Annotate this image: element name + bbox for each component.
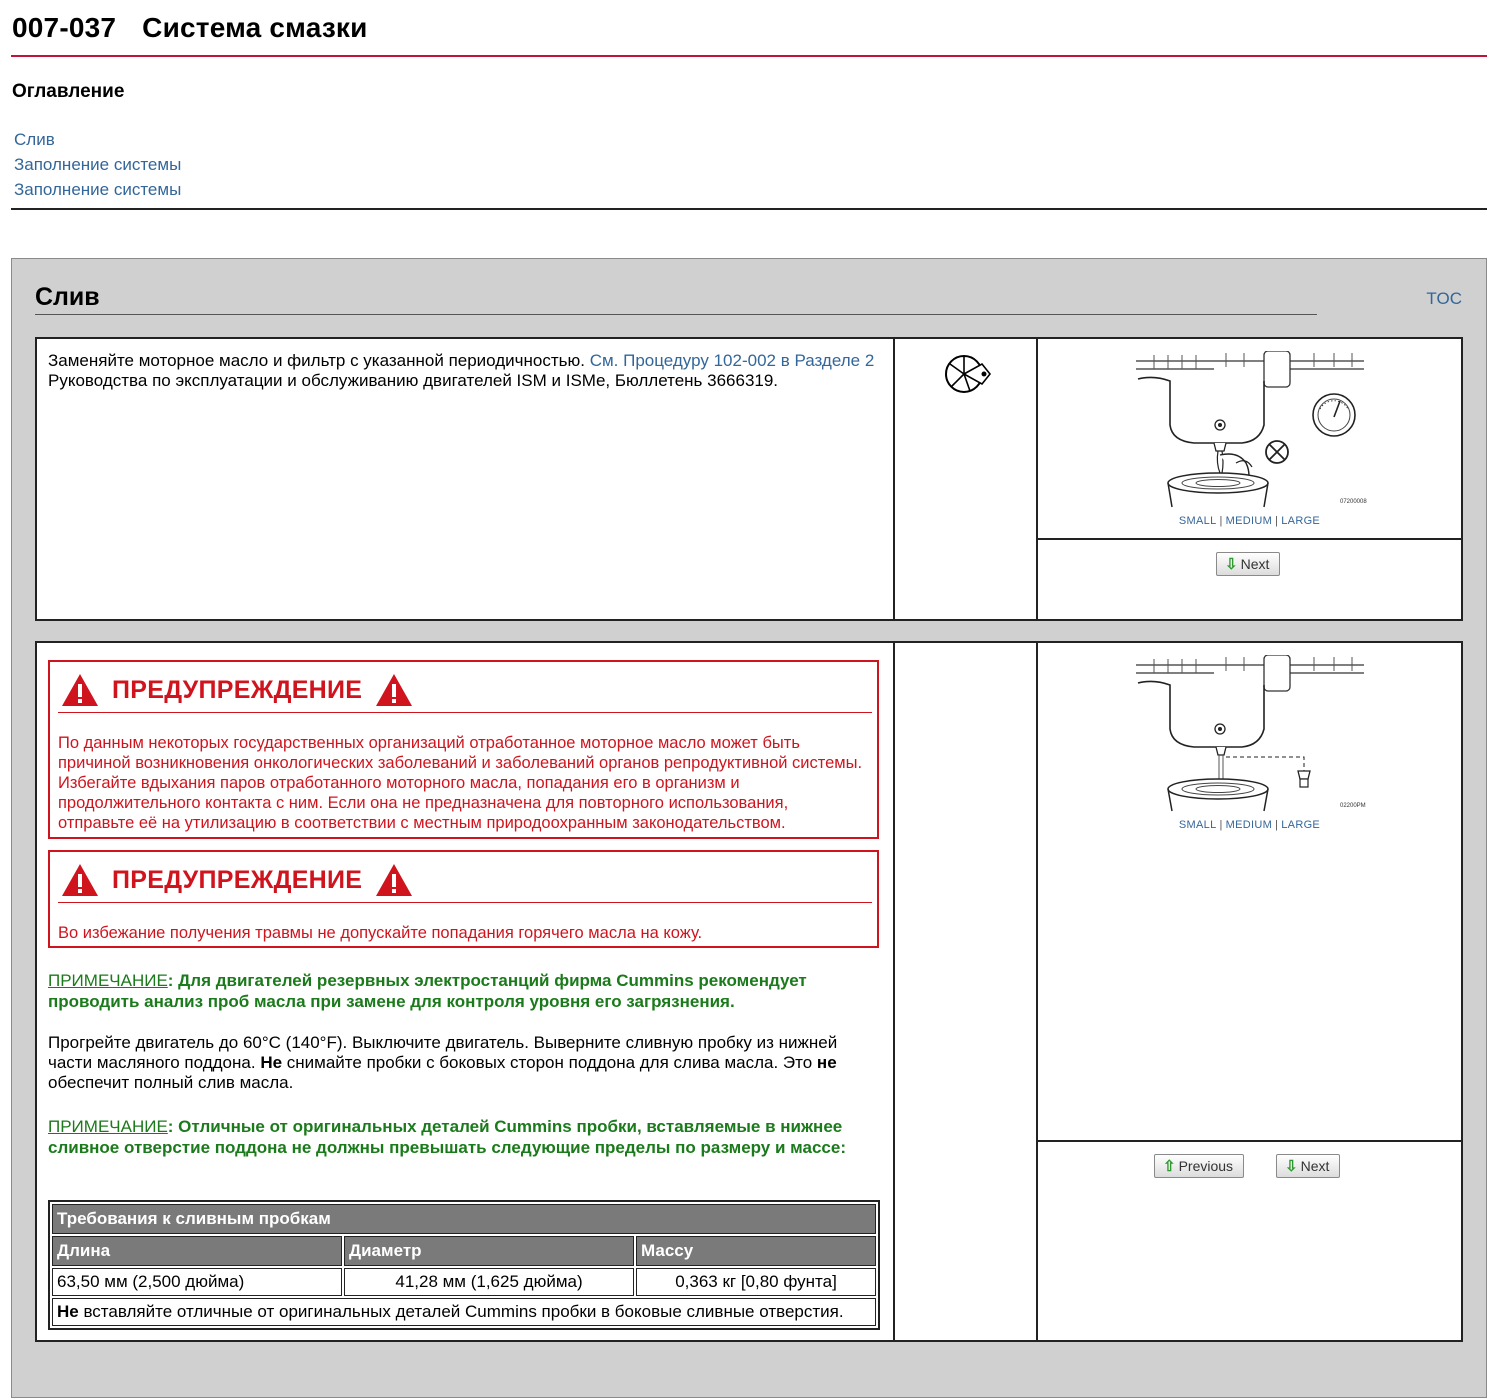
warning-triangle-icon	[62, 864, 98, 896]
toc-item-fill-system-2[interactable]: Заполнение системы	[14, 177, 181, 202]
step-1: Заменяйте моторное масло и фильтр с указ…	[35, 337, 1463, 621]
step-2-icon-column	[895, 643, 1038, 1340]
maintenance-interval-icon	[945, 355, 992, 393]
note-label: ПРИМЕЧАНИЕ	[48, 971, 168, 990]
instruction-part-2: снимайте пробки с боковых сторон поддона…	[282, 1053, 817, 1072]
size-link-large[interactable]: LARGE	[1281, 515, 1320, 527]
step-1-image-column: 07200008 SMALL | MEDIUM | LARGE ⇩ Next	[1038, 339, 1461, 619]
warning-divider	[58, 712, 872, 713]
column-header-diameter: Диаметр	[344, 1236, 634, 1266]
section-divider	[35, 314, 1317, 315]
toc-item-drain[interactable]: Слив	[14, 127, 181, 152]
step-1-text-column: Заменяйте моторное масло и фильтр с указ…	[37, 339, 895, 619]
instruction-bold-2: не	[816, 1053, 837, 1072]
up-arrow-icon: ⇧	[1163, 1158, 1176, 1175]
cell-mass: 0,363 кг [0,80 фунта]	[636, 1268, 876, 1296]
cell-length: 63,50 мм (2,500 дюйма)	[52, 1268, 342, 1296]
warning-title: ПРЕДУПРЕЖДЕНИЕ	[112, 865, 363, 894]
warning-header: ПРЕДУПРЕЖДЕНИЕ	[60, 860, 867, 900]
page-title: 007-037 Система смазки	[12, 12, 368, 44]
warning-box-carcinogen: ПРЕДУПРЕЖДЕНИЕ По данным некоторых госуд…	[48, 660, 879, 839]
table-footer-note: Не вставляйте отличные от оригинальных д…	[52, 1298, 876, 1326]
next-label: Next	[1240, 556, 1270, 572]
size-link-medium[interactable]: MEDIUM	[1226, 819, 1272, 831]
step-1-text-after: Руководства по эксплуатации и обслуживан…	[48, 371, 779, 390]
table-caption: Требования к сливным пробкам	[52, 1204, 876, 1234]
warning-text: Во избежание получения травмы не допуска…	[58, 924, 703, 942]
figure-code-2: 02200PM	[1340, 803, 1366, 809]
step-2-text-column: ПРЕДУПРЕЖДЕНИЕ По данным некоторых госуд…	[37, 643, 895, 1340]
section-title: Слив	[35, 283, 100, 311]
warning-divider	[58, 902, 872, 903]
oil-pan-drain-drawing: 07200008	[1134, 350, 1370, 509]
toc-list: Слив Заполнение системы Заполнение систе…	[14, 127, 181, 202]
procedure-reference-link[interactable]: См. Процедуру 102-002 в Разделе 2	[590, 351, 875, 370]
warning-title: ПРЕДУПРЕЖДЕНИЕ	[112, 675, 363, 704]
footer-bold: Не	[57, 1302, 79, 1321]
instruction-bold-1: Не	[260, 1053, 283, 1072]
toc-heading: Оглавление	[12, 81, 125, 102]
warning-text: По данным некоторых государственных орга…	[58, 734, 863, 832]
column-header-mass: Массу	[636, 1236, 876, 1266]
drain-plug-requirements-table: Требования к сливным пробкам Длина Диаме…	[48, 1200, 880, 1330]
toc-link[interactable]: TOC	[1426, 289, 1462, 309]
step-2-image-column: 02200PM SMALL | MEDIUM | LARGE ⇧ Previous ⇩ Ne…	[1038, 643, 1461, 1340]
image-size-links-1: SMALL | MEDIUM | LARGE	[1178, 515, 1321, 527]
toc-divider	[11, 208, 1487, 210]
instruction-part-3: обеспечит полный слив масла.	[48, 1073, 294, 1092]
note-drain-plug-limits: ПРИМЕЧАНИЕ: Отличные от оригинальных дет…	[48, 1116, 848, 1158]
cell-diameter: 41,28 мм (1,625 дюйма)	[344, 1268, 634, 1296]
step-2: ПРЕДУПРЕЖДЕНИЕ По данным некоторых госуд…	[35, 641, 1463, 1342]
document-code: 007-037	[12, 12, 117, 43]
procedure-panel: Слив TOC Заменяйте моторное масло и филь…	[11, 258, 1487, 1398]
document-title: Система смазки	[142, 12, 368, 43]
title-divider	[11, 55, 1487, 57]
column-header-length: Длина	[52, 1236, 342, 1266]
drain-plug-illustration[interactable]: 02200PM	[1134, 654, 1370, 813]
toc-item-fill-system-1[interactable]: Заполнение системы	[14, 152, 181, 177]
note-label: ПРИМЕЧАНИЕ	[48, 1117, 168, 1136]
table-row: Не вставляйте отличные от оригинальных д…	[52, 1298, 876, 1326]
step-1-text-before: Заменяйте моторное масло и фильтр с указ…	[48, 351, 590, 370]
image-nav-divider-2	[1038, 1140, 1461, 1142]
previous-label: Previous	[1178, 1158, 1234, 1174]
warning-triangle-icon	[376, 674, 413, 706]
warm-up-instruction: Прогрейте двигатель до 60°C (140°F). Вык…	[48, 1033, 868, 1093]
warning-box-hot-oil: ПРЕДУПРЕЖДЕНИЕ Во избежание получения тр…	[48, 850, 879, 948]
oil-drain-illustration[interactable]: 07200008	[1134, 350, 1370, 509]
table-row: 63,50 мм (2,500 дюйма) 41,28 мм (1,625 д…	[52, 1268, 876, 1296]
size-link-small[interactable]: SMALL	[1179, 819, 1217, 831]
oil-pan-plug-drawing: 02200PM	[1134, 654, 1370, 813]
step-1-instruction: Заменяйте моторное масло и фильтр с указ…	[48, 351, 883, 391]
step-1-icon-column	[895, 339, 1038, 619]
size-link-small[interactable]: SMALL	[1179, 515, 1217, 527]
size-link-medium[interactable]: MEDIUM	[1226, 515, 1272, 527]
next-button-step-2[interactable]: ⇩ Next	[1276, 1154, 1341, 1178]
warning-triangle-icon	[62, 674, 98, 706]
note-oil-analysis: ПРИМЕЧАНИЕ: Для двигателей резервных эле…	[48, 970, 878, 1012]
warning-triangle-icon	[376, 864, 413, 896]
image-nav-divider-1	[1038, 538, 1461, 540]
down-arrow-icon: ⇩	[1225, 556, 1238, 573]
down-arrow-icon: ⇩	[1285, 1158, 1298, 1175]
note-text: : Отличные от оригинальных деталей Cummi…	[48, 1117, 846, 1157]
size-link-large[interactable]: LARGE	[1281, 819, 1320, 831]
footer-text: вставляйте отличные от оригинальных дета…	[78, 1302, 844, 1321]
previous-button-step-2[interactable]: ⇧ Previous	[1154, 1154, 1245, 1178]
image-size-links-2: SMALL | MEDIUM | LARGE	[1178, 819, 1321, 831]
warning-header: ПРЕДУПРЕЖДЕНИЕ	[60, 670, 867, 710]
figure-code-1: 07200008	[1340, 499, 1367, 505]
next-button-step-1[interactable]: ⇩ Next	[1216, 552, 1281, 576]
next-label: Next	[1300, 1158, 1330, 1174]
